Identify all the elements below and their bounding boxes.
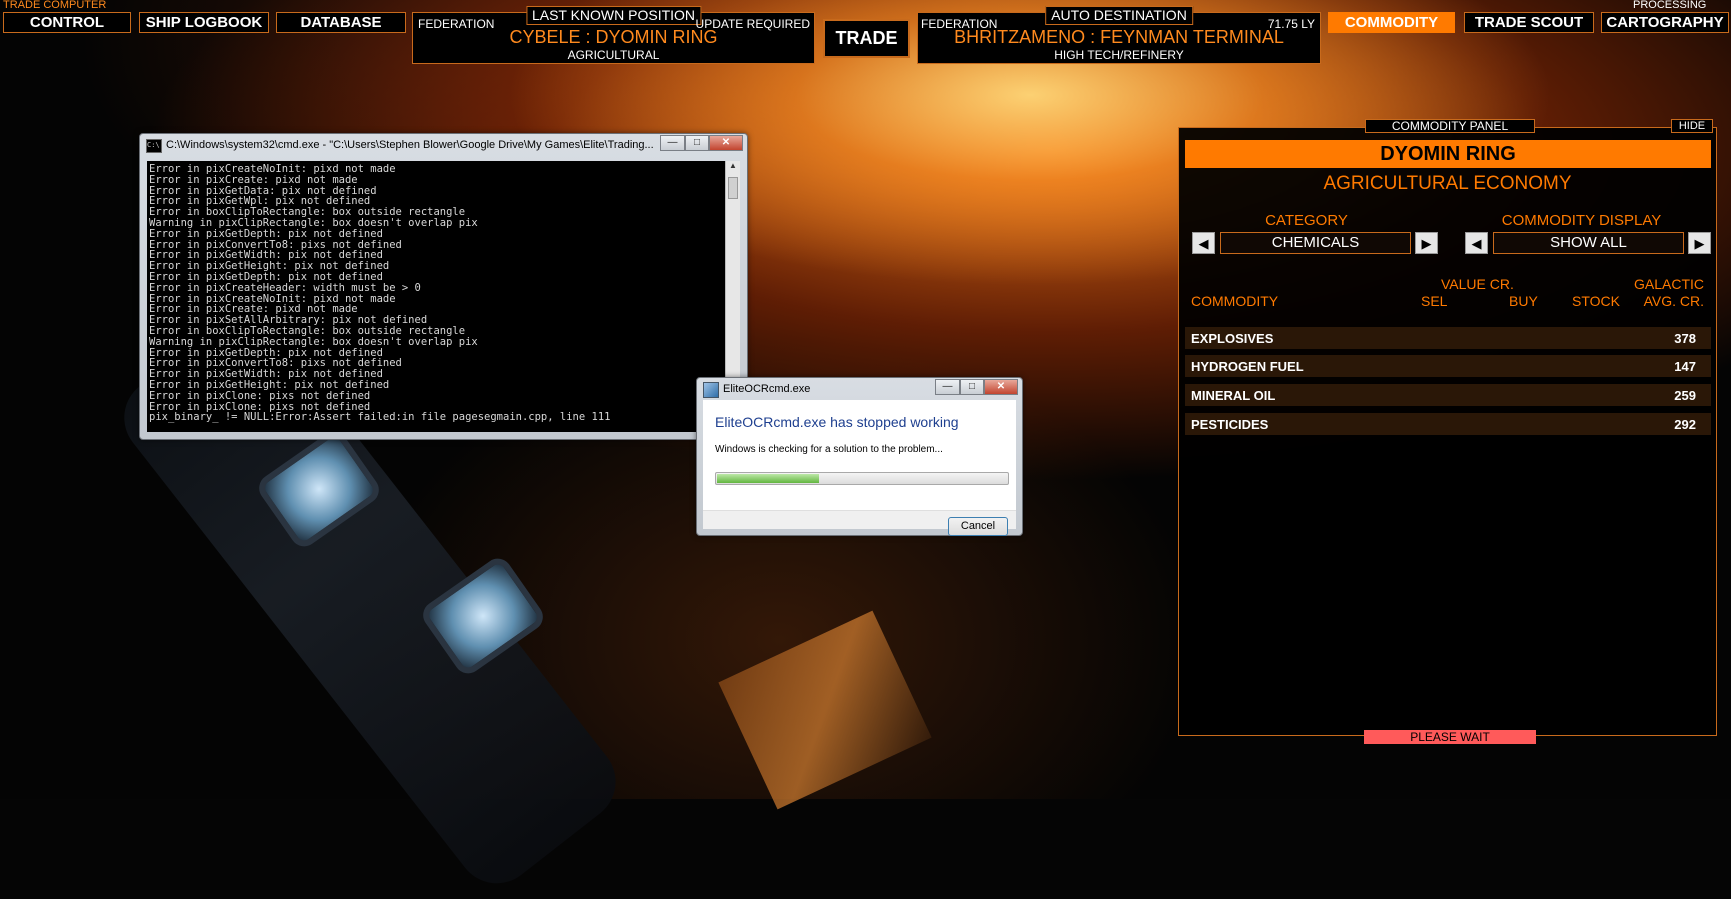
table-row[interactable]: PESTICIDES 292 bbox=[1185, 413, 1711, 435]
close-button[interactable]: ✕ bbox=[709, 135, 743, 151]
commodity-panel: COMMODITY PANEL HIDE DYOMIN RING AGRICUL… bbox=[1178, 119, 1717, 736]
arrow-right-icon: ▶ bbox=[1421, 235, 1432, 251]
commodity-display-select[interactable]: SHOW ALL bbox=[1493, 232, 1684, 254]
position-economy: AGRICULTURAL bbox=[567, 48, 660, 62]
arrow-right-icon: ▶ bbox=[1694, 235, 1705, 251]
commodity-name: EXPLOSIVES bbox=[1191, 331, 1274, 346]
destination-economy: HIGH TECH/REFINERY bbox=[1054, 48, 1184, 62]
progress-bar bbox=[715, 472, 1009, 485]
auto-destination-box: AUTO DESTINATION FEDERATION 71.75 LY BHR… bbox=[917, 6, 1321, 64]
processing-label: PROCESSING bbox=[1633, 0, 1707, 11]
scroll-thumb[interactable] bbox=[728, 177, 738, 199]
console-output: Error in pixCreateNoInit: pixd not made … bbox=[147, 161, 726, 432]
nav-cartography[interactable]: CARTOGRAPHY bbox=[1601, 12, 1729, 33]
dialog-body: EliteOCRcmd.exe has stopped working Wind… bbox=[703, 400, 1016, 510]
app-icon bbox=[703, 382, 719, 398]
dialog-message: Windows is checking for a solution to th… bbox=[715, 444, 943, 455]
scroll-up-icon[interactable]: ▲ bbox=[726, 161, 740, 175]
galactic-avg: 147 bbox=[1674, 359, 1696, 374]
header-galactic: GALACTIC bbox=[1633, 276, 1704, 292]
nav-control[interactable]: CONTROL bbox=[3, 12, 131, 33]
category-next-button[interactable]: ▶ bbox=[1415, 232, 1438, 254]
header-value-cr: VALUE CR. bbox=[1441, 276, 1514, 292]
commodity-name: HYDROGEN FUEL bbox=[1191, 359, 1304, 374]
cmd-window-title: C:\Windows\system32\cmd.exe - "C:\Users\… bbox=[166, 139, 654, 151]
trade-computer-label: TRADE COMPUTER bbox=[3, 0, 107, 11]
please-wait-status: PLEASE WAIT bbox=[1364, 730, 1536, 744]
last-known-position-tag: LAST KNOWN POSITION bbox=[525, 6, 702, 25]
last-known-position-box: LAST KNOWN POSITION FEDERATION UPDATE RE… bbox=[412, 6, 815, 64]
minimize-button[interactable]: — bbox=[660, 135, 685, 151]
nav-trade[interactable]: TRADE bbox=[823, 19, 910, 58]
galactic-avg: 378 bbox=[1674, 331, 1696, 346]
minimize-button[interactable]: — bbox=[935, 379, 960, 395]
header-commodity: COMMODITY bbox=[1191, 293, 1279, 309]
commodity-name: PESTICIDES bbox=[1191, 417, 1269, 432]
destination-location: BHRITZAMENO : FEYNMAN TERMINAL bbox=[954, 27, 1284, 47]
table-row[interactable]: HYDROGEN FUEL 147 bbox=[1185, 355, 1711, 377]
auto-destination-tag: AUTO DESTINATION bbox=[1045, 6, 1193, 25]
nav-commodity[interactable]: COMMODITY bbox=[1328, 12, 1455, 33]
table-row[interactable]: EXPLOSIVES 378 bbox=[1185, 327, 1711, 349]
category-select[interactable]: CHEMICALS bbox=[1220, 232, 1411, 254]
commodity-panel-tag: COMMODITY PANEL bbox=[1365, 119, 1535, 133]
header-sel: SEL bbox=[1421, 293, 1448, 309]
maximize-button[interactable]: □ bbox=[685, 135, 709, 151]
close-button[interactable]: ✕ bbox=[984, 379, 1018, 395]
nav-database[interactable]: DATABASE bbox=[276, 12, 406, 33]
station-economy: AGRICULTURAL ECONOMY bbox=[1323, 173, 1572, 194]
maximize-button[interactable]: □ bbox=[960, 379, 984, 395]
nav-trade-scout[interactable]: TRADE SCOUT bbox=[1464, 12, 1594, 33]
cmd-window[interactable]: C:\ C:\Windows\system32\cmd.exe - "C:\Us… bbox=[139, 133, 748, 440]
galactic-avg: 259 bbox=[1674, 388, 1696, 403]
header-buy: BUY bbox=[1509, 293, 1538, 309]
commodity-display-label: COMMODITY DISPLAY bbox=[1501, 212, 1662, 229]
arrow-left-icon: ◀ bbox=[1471, 235, 1482, 251]
nav-ship-logbook[interactable]: SHIP LOGBOOK bbox=[139, 12, 269, 33]
category-label: CATEGORY bbox=[1265, 212, 1348, 229]
error-dialog[interactable]: EliteOCRcmd.exe — □ ✕ EliteOCRcmd.exe ha… bbox=[696, 377, 1023, 536]
header-avg-cr: AVG. CR. bbox=[1643, 293, 1704, 309]
dialog-footer: Cancel bbox=[703, 510, 1016, 536]
cmd-icon: C:\ bbox=[146, 139, 162, 153]
hide-button[interactable]: HIDE bbox=[1671, 119, 1713, 133]
table-row[interactable]: MINERAL OIL 259 bbox=[1185, 384, 1711, 406]
galactic-avg: 292 bbox=[1674, 417, 1696, 432]
display-next-button[interactable]: ▶ bbox=[1688, 232, 1711, 254]
dialog-title: EliteOCRcmd.exe bbox=[723, 383, 811, 395]
dialog-heading: EliteOCRcmd.exe has stopped working bbox=[715, 414, 959, 430]
cancel-button[interactable]: Cancel bbox=[948, 517, 1008, 536]
header-stock: STOCK bbox=[1572, 293, 1620, 309]
display-prev-button[interactable]: ◀ bbox=[1465, 232, 1488, 254]
arrow-left-icon: ◀ bbox=[1198, 235, 1209, 251]
category-prev-button[interactable]: ◀ bbox=[1192, 232, 1215, 254]
position-location: CYBELE : DYOMIN RING bbox=[509, 27, 718, 47]
progress-fill bbox=[717, 474, 820, 483]
station-name: DYOMIN RING bbox=[1185, 140, 1711, 168]
commodity-name: MINERAL OIL bbox=[1191, 388, 1276, 403]
